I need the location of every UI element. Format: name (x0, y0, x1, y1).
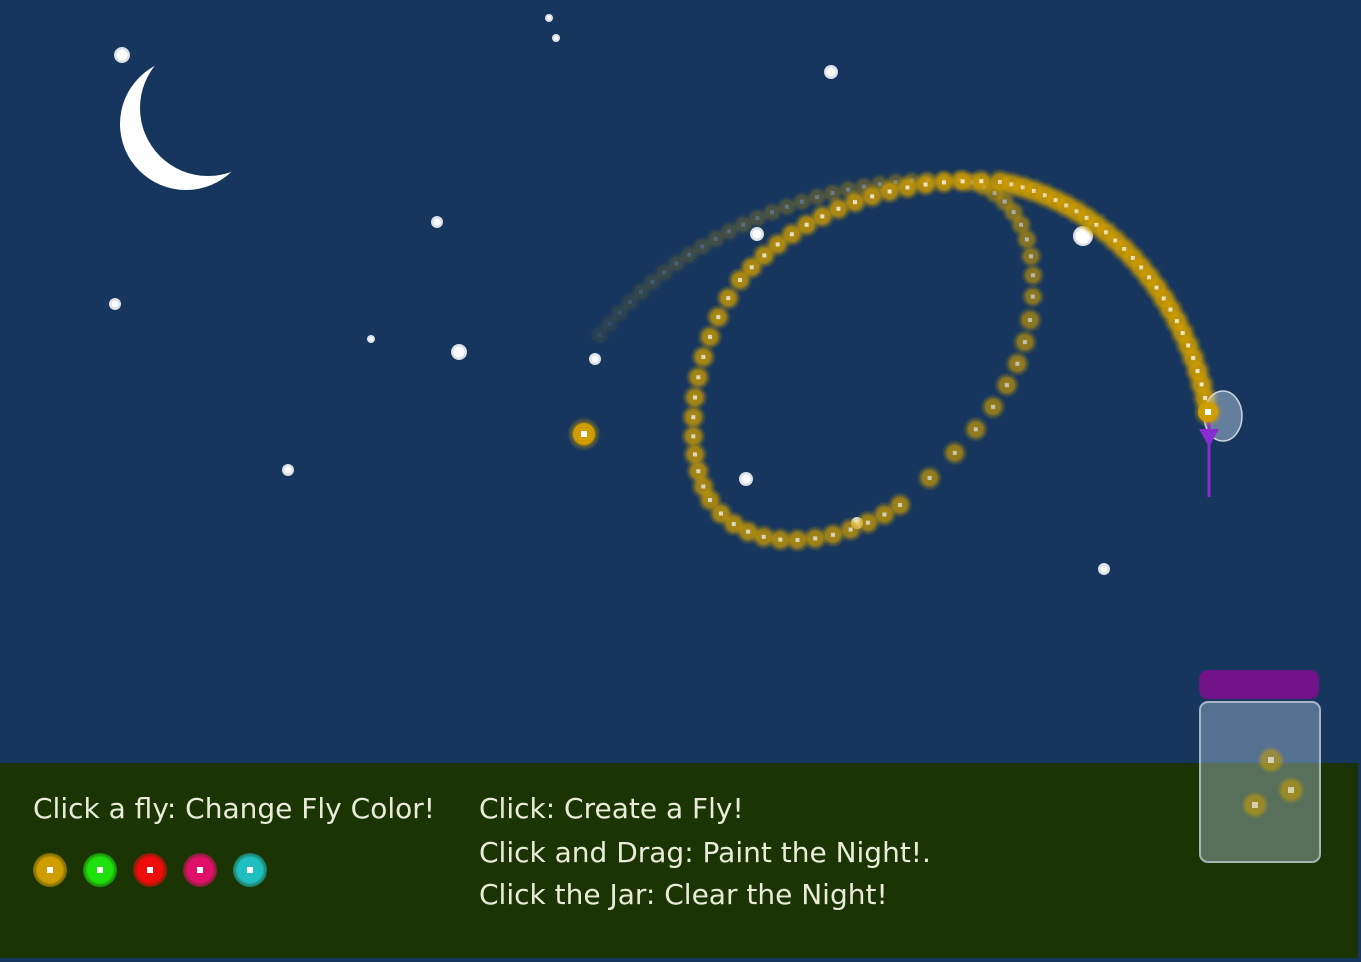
clear-instruction: Click the Jar: Clear the Night! (479, 878, 888, 911)
star-icon (114, 47, 130, 63)
cyan-swatch[interactable] (233, 853, 267, 887)
jarred-fly-icon (1241, 791, 1269, 819)
jarred-fly-icon (1277, 776, 1305, 804)
game-scene[interactable]: Click a fly: Change Fly Color! Click: Cr… (0, 0, 1361, 962)
trail-fly-icon (1020, 284, 1045, 309)
jar-icon[interactable] (1198, 670, 1322, 863)
star-icon (109, 298, 121, 310)
star-icon (451, 344, 467, 360)
night-sky[interactable] (0, 0, 1361, 763)
stars (109, 14, 1110, 575)
trail-fly-icon (941, 439, 968, 466)
gold-swatch[interactable] (33, 853, 67, 887)
jar-lid[interactable] (1199, 670, 1319, 699)
star-icon (431, 216, 443, 228)
firefly-icon[interactable] (1193, 397, 1223, 427)
jarred-fly-icon (1257, 746, 1285, 774)
trail-fly-icon (962, 416, 989, 443)
trail-fly-icon (1021, 263, 1045, 288)
star-icon (552, 34, 560, 42)
star-icon (367, 335, 375, 343)
star-icon (545, 14, 553, 22)
trail-fly-icon (916, 465, 943, 491)
change-color-instruction: Click a fly: Change Fly Color! (33, 792, 435, 825)
trail-fly-icon (993, 372, 1020, 399)
trail-fly-icon (1017, 307, 1043, 333)
star-icon (589, 353, 601, 365)
star-icon (282, 464, 294, 476)
jar-body[interactable] (1199, 701, 1321, 863)
paint-instruction: Click and Drag: Paint the Night!. (479, 836, 931, 869)
crescent-moon-icon (120, 58, 252, 190)
fly-trail (589, 168, 1220, 553)
pink-swatch[interactable] (183, 853, 217, 887)
create-fly-instruction: Click: Create a Fly! (479, 792, 744, 825)
star-icon (1098, 563, 1110, 575)
ground-panel: Click a fly: Change Fly Color! Click: Cr… (0, 763, 1361, 962)
green-swatch[interactable] (83, 853, 117, 887)
red-swatch[interactable] (133, 853, 167, 887)
firefly-icon[interactable] (567, 417, 601, 451)
star-icon (824, 65, 838, 79)
trail-fly-icon (980, 393, 1007, 420)
star-icon (739, 472, 753, 486)
